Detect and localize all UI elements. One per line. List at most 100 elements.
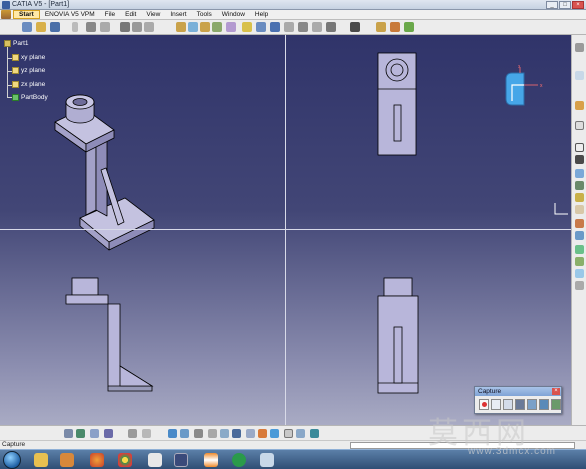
axis-icon[interactable] <box>242 22 252 32</box>
fit-all-icon[interactable] <box>76 429 85 438</box>
pan-icon[interactable] <box>90 429 99 438</box>
menu-enovia[interactable]: ENOVIA V5 VPM <box>40 11 100 18</box>
new-icon[interactable] <box>22 22 32 32</box>
hole-icon[interactable] <box>226 22 236 32</box>
shaft-icon[interactable] <box>200 22 210 32</box>
hole-icon[interactable] <box>575 169 584 178</box>
paste-icon[interactable] <box>144 22 154 32</box>
sketch-icon[interactable] <box>575 121 584 130</box>
shading-icon[interactable] <box>208 429 217 438</box>
multi-view-icon[interactable] <box>180 429 189 438</box>
thickness-icon[interactable] <box>575 257 584 266</box>
draft-icon[interactable] <box>575 231 584 240</box>
save-icon[interactable] <box>539 399 549 410</box>
open-icon[interactable] <box>36 22 46 32</box>
minimize-button[interactable]: _ <box>546 1 558 9</box>
render-icon[interactable] <box>350 22 360 32</box>
measure-item-icon[interactable] <box>310 429 319 438</box>
point-icon[interactable] <box>575 101 584 110</box>
catia-task-icon[interactable] <box>174 453 188 467</box>
pad-icon[interactable] <box>575 143 584 152</box>
isometric-view-icon[interactable] <box>194 429 203 438</box>
zoom-out-icon[interactable] <box>142 429 151 438</box>
media-player-icon[interactable] <box>60 453 74 467</box>
catia-logo-icon[interactable] <box>1 10 11 19</box>
rotate-icon[interactable] <box>104 429 113 438</box>
properties-icon[interactable] <box>284 429 293 438</box>
plane-icon[interactable] <box>100 22 110 32</box>
copy-icon[interactable] <box>132 22 142 32</box>
side-part-view[interactable] <box>375 273 421 398</box>
select-icon[interactable] <box>491 399 501 410</box>
reference-icon[interactable] <box>575 71 584 80</box>
view-mode-icon[interactable] <box>270 429 279 438</box>
swap-space-icon[interactable] <box>232 429 241 438</box>
top-part-view[interactable] <box>372 49 424 159</box>
tree-item-xy-plane[interactable]: xy plane <box>12 54 45 61</box>
tree-item-zx-plane[interactable]: zx plane <box>12 81 45 88</box>
front-part-view[interactable] <box>62 273 158 395</box>
compass-reset-icon[interactable] <box>326 22 336 32</box>
geometry-viewport[interactable]: Part1 xy plane yz plane zx plane PartBod… <box>0 35 571 425</box>
capture-title-bar[interactable]: Capture × <box>475 387 561 396</box>
line-icon[interactable] <box>86 22 96 32</box>
utorrent-icon[interactable] <box>232 453 246 467</box>
cut-part-icon[interactable] <box>298 22 308 32</box>
cut-icon[interactable] <box>120 22 130 32</box>
menu-tools[interactable]: Tools <box>192 11 217 18</box>
construction-icon[interactable] <box>284 22 294 32</box>
menu-start[interactable]: Start <box>13 10 40 19</box>
tree-item-part1[interactable]: Part1 <box>4 40 29 47</box>
pocket-icon[interactable] <box>188 22 198 32</box>
snap-icon[interactable] <box>270 22 280 32</box>
explorer-icon[interactable] <box>34 453 48 467</box>
firefox-icon[interactable] <box>90 453 104 467</box>
dropdown-icon[interactable] <box>72 22 78 32</box>
groove-icon[interactable] <box>212 22 222 32</box>
mirror-icon[interactable] <box>575 281 584 290</box>
grid-icon[interactable] <box>256 22 266 32</box>
compass-widget[interactable]: x y <box>498 65 546 113</box>
window-icon[interactable] <box>260 453 274 467</box>
save-icon[interactable] <box>50 22 60 32</box>
menu-window[interactable]: Window <box>217 11 250 18</box>
normal-view-icon[interactable] <box>168 429 177 438</box>
stiffener-icon[interactable] <box>575 193 584 202</box>
menu-help[interactable]: Help <box>250 11 273 18</box>
isometric-part-view[interactable] <box>50 70 160 260</box>
update-icon[interactable] <box>404 22 414 32</box>
tree-item-yz-plane[interactable]: yz plane <box>12 67 45 74</box>
vlc-icon[interactable] <box>204 453 218 467</box>
hide-show-icon[interactable] <box>220 429 229 438</box>
tree-item-partbody[interactable]: PartBody <box>12 94 48 101</box>
pattern-icon[interactable] <box>575 269 584 278</box>
sketcher-icon[interactable] <box>575 43 584 52</box>
close-button[interactable]: × <box>572 1 584 9</box>
menu-file[interactable]: File <box>100 11 120 18</box>
maximize-button[interactable]: □ <box>559 1 571 9</box>
chart-icon[interactable] <box>551 399 561 410</box>
apply-material-icon[interactable] <box>390 22 400 32</box>
fly-mode-icon[interactable] <box>64 429 73 438</box>
fillet-icon[interactable] <box>575 205 584 214</box>
menu-view[interactable]: View <box>141 11 165 18</box>
options-icon[interactable] <box>503 399 513 410</box>
capture-icon[interactable] <box>515 399 525 410</box>
material-icon[interactable] <box>376 22 386 32</box>
material-view-icon[interactable] <box>258 429 267 438</box>
start-button[interactable] <box>3 451 21 469</box>
record-icon[interactable] <box>479 399 489 410</box>
command-input[interactable] <box>350 442 575 449</box>
measure-between-icon[interactable] <box>296 429 305 438</box>
shell-icon[interactable] <box>575 245 584 254</box>
menu-edit[interactable]: Edit <box>120 11 141 18</box>
chrome-icon[interactable] <box>118 453 132 467</box>
quick-view-icon[interactable] <box>246 429 255 438</box>
zoom-in-icon[interactable] <box>128 429 137 438</box>
rib-icon[interactable] <box>575 181 584 190</box>
capture-close-button[interactable]: × <box>552 388 560 395</box>
pad-icon[interactable] <box>176 22 186 32</box>
measure-icon[interactable] <box>312 22 322 32</box>
menu-insert[interactable]: Insert <box>165 11 191 18</box>
shaft-icon[interactable] <box>575 155 584 164</box>
